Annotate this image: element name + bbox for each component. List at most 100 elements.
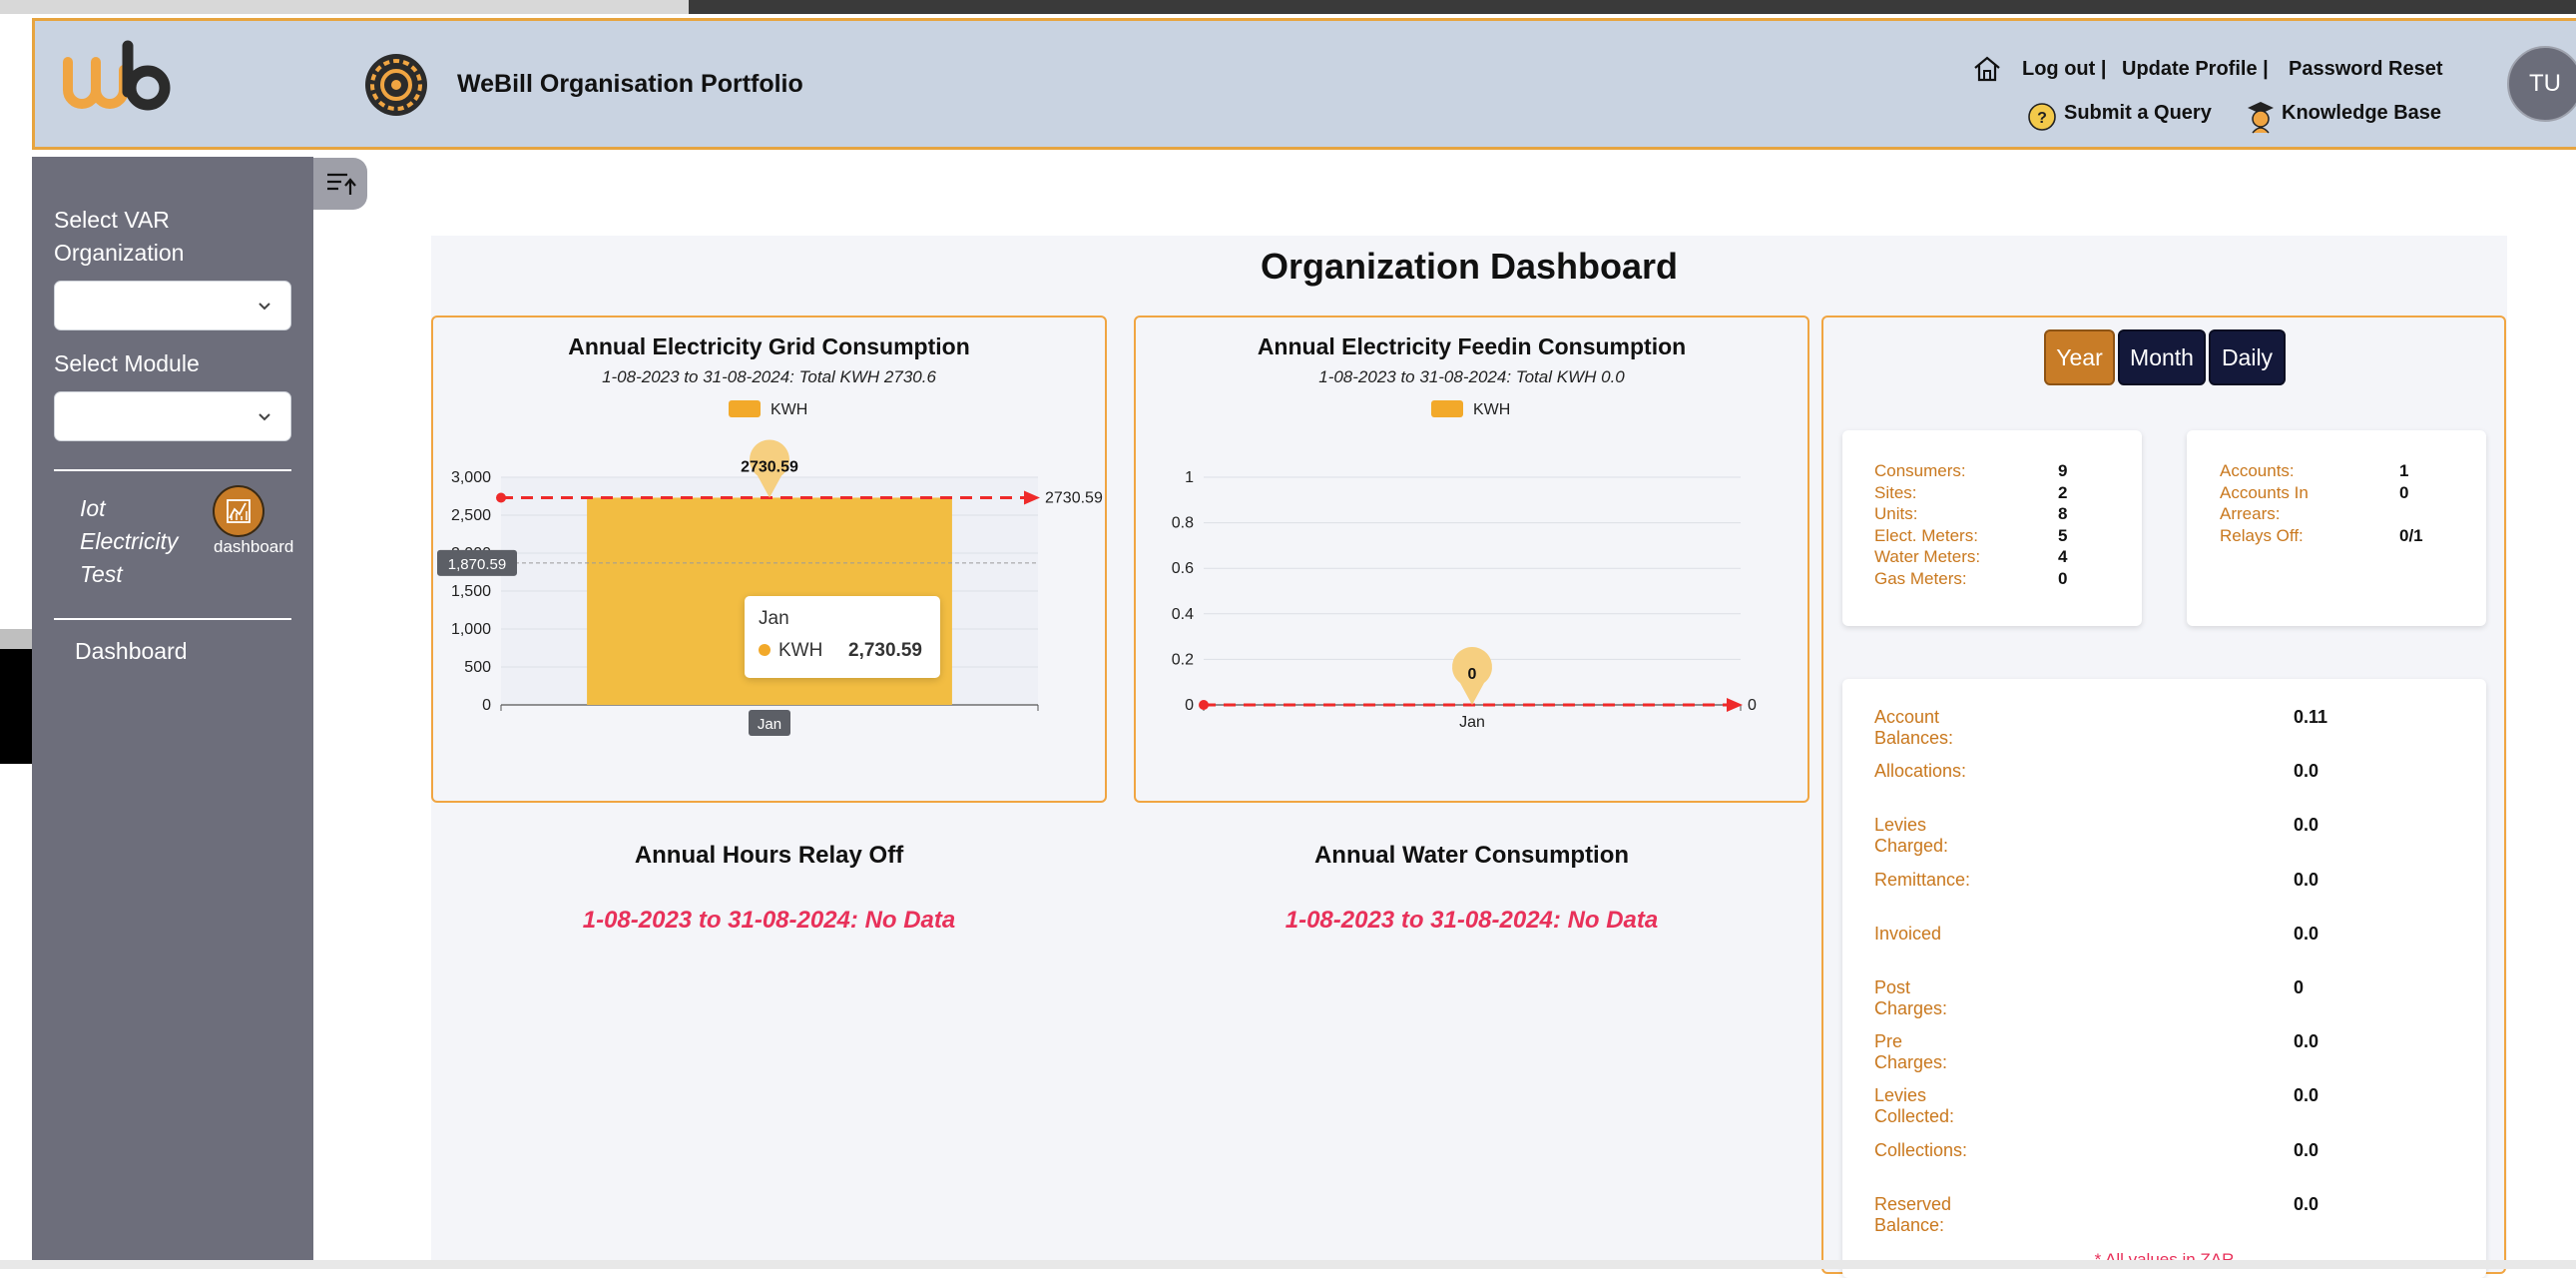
balance-value: 0.11 — [2294, 707, 2328, 727]
balance-label: Reserved Balance: — [1874, 1193, 1952, 1235]
balance-label: Allocations: — [1874, 761, 1967, 782]
stat-label: Elect. Meters: — [1874, 525, 1978, 545]
y-tick-label: 1,500 — [451, 583, 491, 600]
balance-value: 0.0 — [2294, 869, 2319, 890]
account-stat-label: Accounts In — [2220, 482, 2309, 502]
stat-label: Gas Meters: — [1874, 568, 1967, 588]
stat-value: 0 — [2058, 568, 2068, 588]
balance-value: 0.0 — [2294, 815, 2319, 836]
water-no-data: 1-08-2023 to 31-08-2024: No Data — [1285, 907, 1659, 934]
balance-value: 0.0 — [2294, 923, 2319, 944]
update-profile-link[interactable]: Update Profile | — [2122, 58, 2269, 81]
select-module-dropdown[interactable] — [54, 391, 291, 441]
reference-line-label: 2730.59 — [1045, 489, 1103, 506]
balance-label: Collections: — [1874, 1139, 1968, 1160]
balance-label: Account Balances: — [1874, 707, 1954, 748]
account-stat-value: 1 — [2399, 461, 2409, 480]
grid-consumption-card: Annual Electricity Grid Consumption 1-08… — [431, 316, 1107, 803]
page-title: Organization Dashboard — [1260, 246, 1679, 287]
knowledge-base-icon — [2246, 99, 2276, 140]
reference-line-start — [496, 492, 506, 503]
tooltip-value: 2,730.59 — [848, 640, 922, 661]
dashboard-module-icon[interactable] — [213, 485, 264, 537]
chart-tooltip: Jan KWH 2,730.59 — [745, 596, 940, 678]
account-stat-label: Relays Off: — [2220, 525, 2304, 545]
sidebar-divider — [54, 469, 291, 471]
balance-label: Pre Charges: — [1874, 1031, 1948, 1073]
user-avatar[interactable]: TU — [2507, 46, 2576, 122]
reference-line-start — [1199, 700, 1209, 710]
background-strip — [689, 0, 2576, 14]
webill-logo[interactable] — [62, 40, 172, 120]
y-tick-label: 2,500 — [451, 507, 491, 524]
legend-label: KWH — [1473, 401, 1510, 418]
chevron-down-icon — [258, 413, 270, 421]
y-tick-label: 1 — [1185, 469, 1194, 486]
account-stat-value: 0/1 — [2399, 525, 2423, 545]
balance-label: Remittance: — [1874, 869, 1971, 890]
background-strip — [0, 0, 689, 14]
stats-card-left: Consumers: 9 Sites: 2 Units: 8 Elect. Meters: 5… — [1842, 430, 2142, 626]
account-stat-value: 0 — [2399, 482, 2409, 502]
background-artifact — [0, 629, 34, 651]
balance-label: Post Charges: — [1874, 977, 1948, 1018]
crosshair-label: 1,870.59 — [448, 556, 506, 573]
grid-chart: KWH05001,0001,5002,0002,5003,0001,870.59… — [437, 400, 1103, 736]
legend-label: KWH — [771, 401, 807, 418]
balances-card: Account Balances: 0.11 Allocations: 0.0 Levi… — [1842, 679, 2486, 1278]
y-tick-label: 0.8 — [1172, 515, 1194, 532]
stats-card-right: Accounts: 1 Accounts In 0 Arrears: Relays Off… — [2187, 430, 2486, 626]
stat-value: 2 — [2058, 482, 2068, 502]
stat-value: 4 — [2058, 547, 2068, 566]
relay-off-title: Annual Hours Relay Off — [634, 842, 904, 869]
balance-value: 0 — [2294, 977, 2305, 997]
submit-query-link[interactable]: Submit a Query — [2064, 102, 2212, 125]
balance-value: 0.0 — [2294, 1193, 2319, 1214]
legend-swatch — [729, 400, 761, 417]
collapse-sidebar-button[interactable] — [313, 158, 367, 210]
balance-value: 0.0 — [2294, 1139, 2319, 1160]
module-name: Iot Electricity Test — [80, 495, 179, 587]
water-consumption-title: Annual Water Consumption — [1313, 842, 1630, 869]
dashboard-module-link[interactable]: dashboard — [214, 537, 293, 557]
period-month-button[interactable]: Month — [2118, 329, 2206, 385]
balance-value: 0.0 — [2294, 761, 2319, 782]
y-tick-label: 0 — [482, 697, 491, 714]
stat-value: 8 — [2058, 504, 2068, 523]
svg-text:?: ? — [2037, 110, 2047, 127]
sidebar-divider — [54, 618, 291, 620]
stat-label: Units: — [1874, 504, 1918, 523]
password-reset-link[interactable]: Password Reset — [2289, 58, 2443, 81]
period-daily-button[interactable]: Daily — [2209, 329, 2286, 385]
account-stat-label: Arrears: — [2220, 504, 2281, 523]
background-strip — [0, 1260, 2576, 1269]
reference-line-label: 0 — [1748, 697, 1757, 714]
stat-value: 5 — [2058, 525, 2068, 545]
max-marker-label: 2730.59 — [741, 458, 798, 475]
select-module-label: Select Module — [54, 350, 200, 376]
stat-value: 9 — [2058, 461, 2068, 480]
app-title: WeBill Organisation Portfolio — [457, 70, 803, 98]
select-org-dropdown[interactable] — [54, 281, 291, 330]
period-year-button[interactable]: Year — [2044, 329, 2115, 385]
max-marker-label: 0 — [1468, 666, 1477, 683]
sidebar-item-dashboard[interactable]: Dashboard — [75, 638, 188, 665]
y-tick-label: 1,000 — [451, 621, 491, 638]
tooltip-title: Jan — [759, 608, 789, 629]
background-artifact — [0, 649, 34, 764]
tooltip-series: KWH — [778, 640, 823, 661]
stat-label: Water Meters: — [1874, 547, 1981, 566]
home-icon[interactable] — [1972, 54, 2002, 89]
y-tick-label: 0 — [1185, 697, 1194, 714]
chevron-down-icon — [258, 303, 270, 311]
collapse-icon — [327, 173, 356, 195]
y-tick-label: 0.6 — [1172, 560, 1194, 577]
legend-swatch — [1431, 400, 1463, 417]
organisation-logo-icon — [363, 52, 429, 118]
account-stat-label: Accounts: — [2220, 461, 2295, 480]
logout-link[interactable]: Log out | — [2022, 58, 2106, 81]
knowledge-base-link[interactable]: Knowledge Base — [2282, 102, 2441, 125]
y-tick-label: 3,000 — [451, 469, 491, 486]
query-icon: ? — [2026, 102, 2058, 139]
x-tick-label: Jan — [758, 716, 781, 733]
